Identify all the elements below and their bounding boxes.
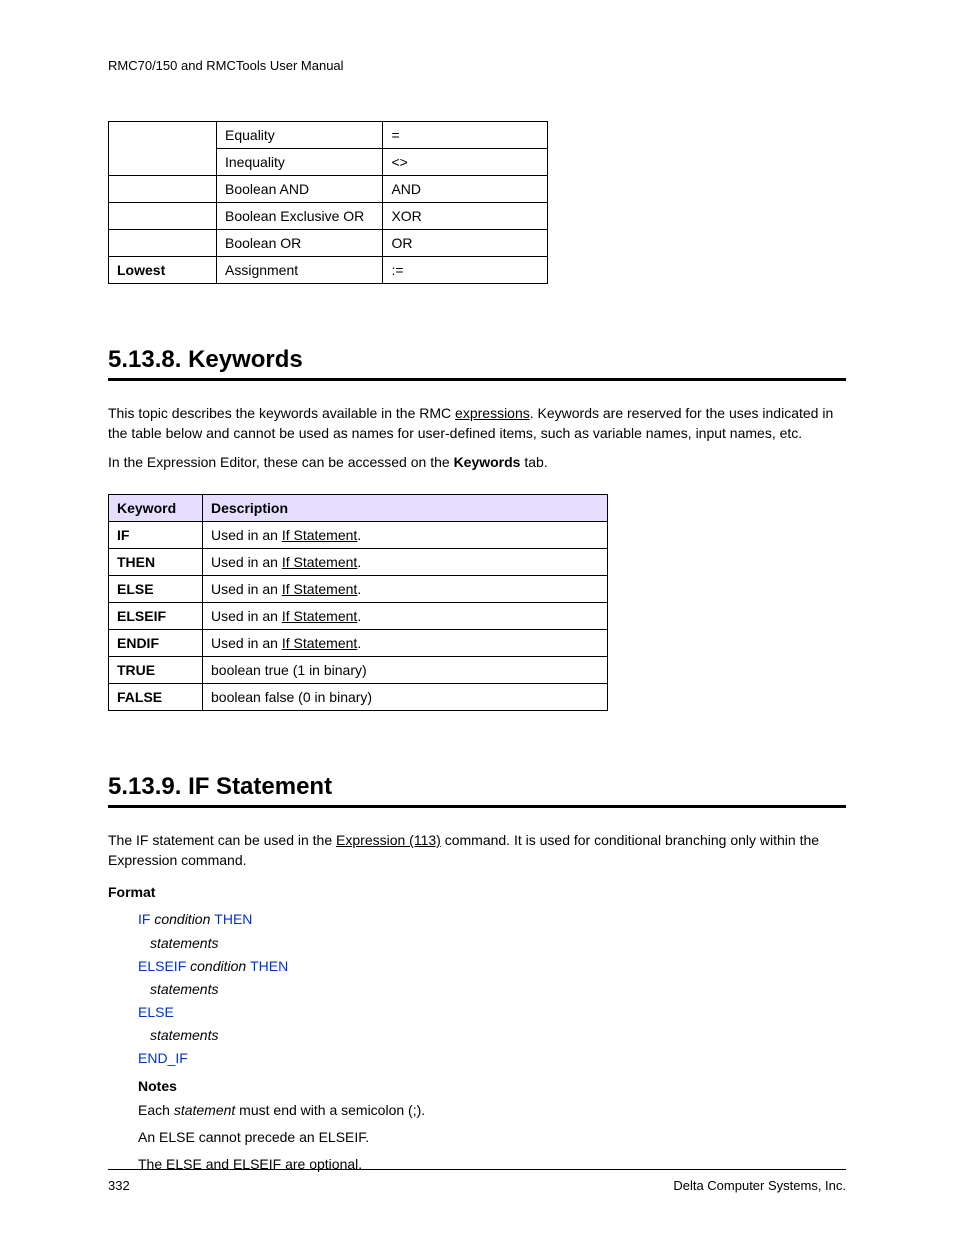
page-footer: 332 Delta Computer Systems, Inc. xyxy=(108,1169,846,1193)
if-statement-link[interactable]: If Statement xyxy=(282,554,357,570)
note-line: An ELSE cannot precede an ELSEIF. xyxy=(138,1127,846,1148)
code-block: IF condition THEN statements ELSEIF cond… xyxy=(138,908,846,1070)
expressions-link[interactable]: expressions xyxy=(455,405,530,421)
if-statement-link[interactable]: If Statement xyxy=(282,527,357,543)
if-statement-link[interactable]: If Statement xyxy=(282,581,357,597)
section-heading-keywords: 5.13.8. Keywords xyxy=(108,346,846,381)
table-row: Boolean OR OR xyxy=(109,230,548,257)
page-number: 332 xyxy=(108,1178,130,1193)
section1-para1: This topic describes the keywords availa… xyxy=(108,403,846,444)
table-row: ELSEUsed in an If Statement. xyxy=(109,575,608,602)
expression-113-link[interactable]: Expression (113) xyxy=(336,832,441,848)
note-line: Each statement must end with a semicolon… xyxy=(138,1100,846,1121)
table-row: TRUEboolean true (1 in binary) xyxy=(109,656,608,683)
keywords-table: Keyword Description IFUsed in an If Stat… xyxy=(108,494,608,711)
table-row: ENDIFUsed in an If Statement. xyxy=(109,629,608,656)
section2-para1: The IF statement can be used in the Expr… xyxy=(108,830,846,871)
company-name: Delta Computer Systems, Inc. xyxy=(673,1178,846,1193)
table-row: THENUsed in an If Statement. xyxy=(109,548,608,575)
if-statement-link[interactable]: If Statement xyxy=(282,635,357,651)
notes-label: Notes xyxy=(138,1078,846,1094)
page-header: RMC70/150 and RMCTools User Manual xyxy=(108,58,846,73)
if-statement-link[interactable]: If Statement xyxy=(282,608,357,624)
table-row: Lowest Assignment := xyxy=(109,257,548,284)
table-header-row: Keyword Description xyxy=(109,494,608,521)
table-row: ELSEIFUsed in an If Statement. xyxy=(109,602,608,629)
format-label: Format xyxy=(108,884,846,900)
table-row: Boolean Exclusive OR XOR xyxy=(109,203,548,230)
table-row: Equality = xyxy=(109,122,548,149)
table-row: IFUsed in an If Statement. xyxy=(109,521,608,548)
table-row: Boolean AND AND xyxy=(109,176,548,203)
section-heading-if-statement: 5.13.9. IF Statement xyxy=(108,773,846,808)
section1-para2: In the Expression Editor, these can be a… xyxy=(108,452,846,472)
table-row: FALSEboolean false (0 in binary) xyxy=(109,683,608,710)
precedence-table: Equality = Inequality <> Boolean AND AND… xyxy=(108,121,548,284)
